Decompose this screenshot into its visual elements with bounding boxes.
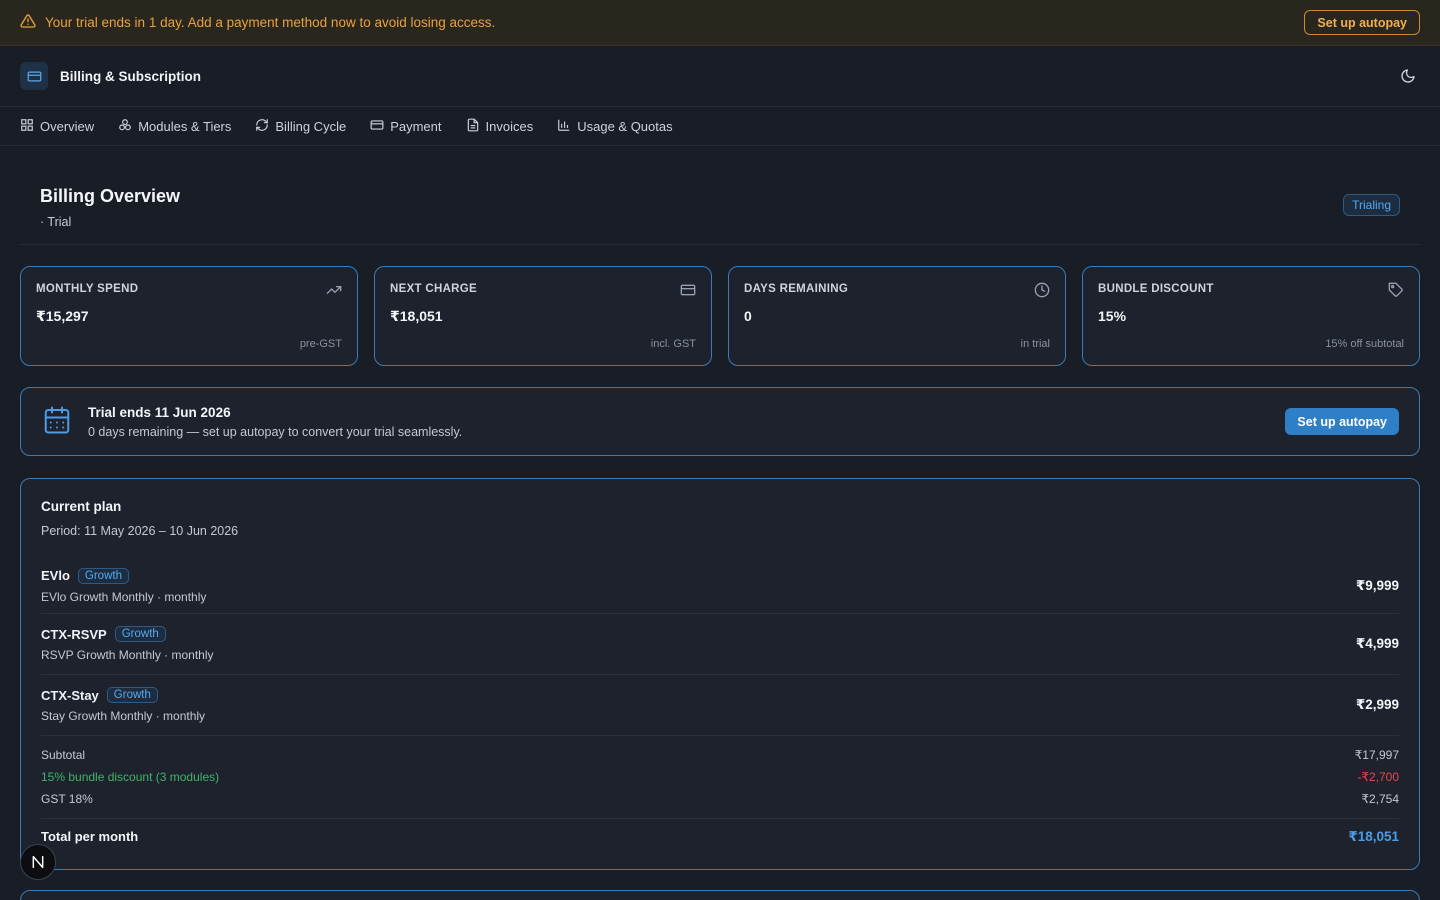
status-badge: Trialing xyxy=(1343,194,1400,216)
tab-modules-tiers[interactable]: Modules & Tiers xyxy=(118,118,231,135)
trial-title: Trial ends 11 Jun 2026 xyxy=(88,404,231,420)
grid-icon xyxy=(20,118,34,135)
discount-line: 15% bundle discount (3 modules) -₹2,700 xyxy=(41,770,1399,792)
tab-label: Overview xyxy=(40,118,95,134)
clock-icon xyxy=(1034,282,1050,301)
main-content: Billing Overview · Trial Trialing MONTHL… xyxy=(0,146,1440,870)
module-name: EVlo xyxy=(41,568,70,583)
tab-invoices[interactable]: Invoices xyxy=(466,118,534,135)
stat-label: MONTHLY SPEND xyxy=(36,283,139,295)
module-row-evlo: EVlo Growth EVlo Growth Monthly · monthl… xyxy=(41,558,1399,614)
brand: Billing & Subscription xyxy=(20,62,201,90)
module-description: EVlo Growth Monthly · monthly xyxy=(41,589,207,604)
plan-title: Current plan xyxy=(41,499,122,514)
module-description: RSVP Growth Monthly · monthly xyxy=(41,648,214,662)
current-plan-card: Current plan Period: 11 May 2026 – 10 Ju… xyxy=(20,478,1420,870)
trend-up-icon xyxy=(326,282,342,301)
tab-overview[interactable]: Overview xyxy=(20,118,94,135)
discount-label: 15% bundle discount (3 modules) xyxy=(41,770,220,784)
module-price: ₹4,999 xyxy=(1355,636,1399,651)
gst-line: GST 18% ₹2,754 xyxy=(41,792,1399,814)
app-title: Billing & Subscription xyxy=(60,68,201,84)
trial-card: Trial ends 11 Jun 2026 0 days remaining … xyxy=(20,387,1420,456)
top-bar: Billing & Subscription xyxy=(0,46,1440,107)
stat-note: 15% off subtotal xyxy=(1325,338,1404,350)
dev-tools-button[interactable] xyxy=(20,844,56,880)
page-title: Billing Overview xyxy=(40,186,181,206)
stat-label: BUNDLE DISCOUNT xyxy=(1098,283,1214,295)
setup-autopay-button[interactable]: Set up autopay xyxy=(1285,408,1399,435)
module-description: Stay Growth Monthly · monthly xyxy=(41,709,206,723)
tier-badge: Growth xyxy=(106,687,158,703)
n-logo-icon xyxy=(32,855,44,869)
stat-value: 0 xyxy=(744,308,752,324)
stat-note: in trial xyxy=(1020,338,1050,350)
tab-label: Modules & Tiers xyxy=(138,118,232,134)
warning-icon xyxy=(20,13,36,32)
subtotal-value: ₹17,997 xyxy=(1354,748,1399,762)
stat-label: NEXT CHARGE xyxy=(390,283,478,295)
document-icon xyxy=(466,118,480,135)
gst-value: ₹2,754 xyxy=(1361,792,1399,806)
stat-note: pre-GST xyxy=(299,338,342,350)
module-row-ctx-stay: CTX-Stay Growth Stay Growth Monthly · mo… xyxy=(41,675,1399,736)
tag-icon xyxy=(1388,282,1404,301)
stat-card-days-remaining: DAYS REMAINING 0 in trial xyxy=(728,266,1066,366)
plan-period: Period: 11 May 2026 – 10 Jun 2026 xyxy=(41,524,239,538)
module-price: ₹9,999 xyxy=(1355,577,1399,593)
trial-description: 0 days remaining — set up autopay to con… xyxy=(88,424,463,439)
tab-label: Payment xyxy=(390,118,442,134)
subtotal-line: Subtotal ₹17,997 xyxy=(41,748,1399,770)
next-section-card xyxy=(20,890,1420,900)
tab-bar: Overview Modules & Tiers Billing Cycle P… xyxy=(0,107,1440,146)
banner-message-group: Your trial ends in 1 day. Add a payment … xyxy=(20,13,495,32)
tab-usage-quotas[interactable]: Usage & Quotas xyxy=(557,118,673,135)
stat-value: 15% xyxy=(1098,308,1127,324)
refresh-icon xyxy=(255,118,269,135)
tab-label: Billing Cycle xyxy=(275,118,347,134)
moon-icon[interactable] xyxy=(1396,64,1420,88)
stat-card-bundle-discount: BUNDLE DISCOUNT 15% 15% off subtotal xyxy=(1082,266,1420,366)
tab-label: Invoices xyxy=(485,118,534,134)
modules-icon xyxy=(118,118,132,135)
tab-payment[interactable]: Payment xyxy=(370,118,442,135)
module-price: ₹2,999 xyxy=(1355,697,1399,712)
stat-value: ₹15,297 xyxy=(36,308,89,324)
page-header: Billing Overview · Trial Trialing xyxy=(20,146,1420,245)
stat-label: DAYS REMAINING xyxy=(744,283,849,295)
calendar-icon xyxy=(42,404,72,439)
trial-banner: Your trial ends in 1 day. Add a payment … xyxy=(0,0,1440,46)
total-label: Total per month xyxy=(41,829,139,844)
grand-total-line: Total per month ₹18,051 xyxy=(41,818,1399,845)
stats-row: MONTHLY SPEND ₹15,297 pre-GST NEXT CHARG… xyxy=(20,266,1420,366)
discount-value: -₹2,700 xyxy=(1357,770,1399,784)
subtotal-label: Subtotal xyxy=(41,748,86,762)
stat-card-next-charge: NEXT CHARGE ₹18,051 incl. GST xyxy=(374,266,712,366)
module-name: CTX-Stay xyxy=(41,687,99,703)
total-value: ₹18,051 xyxy=(1348,829,1399,844)
module-list: EVlo Growth EVlo Growth Monthly · monthl… xyxy=(41,558,1399,736)
tier-badge: Growth xyxy=(77,567,129,584)
banner-message: Your trial ends in 1 day. Add a payment … xyxy=(45,15,496,30)
page-subtitle: · Trial xyxy=(40,215,72,229)
tab-label: Usage & Quotas xyxy=(577,118,673,134)
banner-autopay-button[interactable]: Set up autopay xyxy=(1304,10,1420,35)
stat-note: incl. GST xyxy=(650,338,696,350)
bar-chart-icon xyxy=(557,118,571,135)
gst-label: GST 18% xyxy=(41,792,93,806)
tier-badge: Growth xyxy=(114,626,166,642)
stat-value: ₹18,051 xyxy=(390,308,443,324)
totals-section: Subtotal ₹17,997 15% bundle discount (3 … xyxy=(41,736,1399,845)
stat-card-monthly-spend: MONTHLY SPEND ₹15,297 pre-GST xyxy=(20,266,358,366)
card-icon xyxy=(370,118,384,135)
module-name: CTX-RSVP xyxy=(41,626,107,642)
card-icon xyxy=(680,282,696,301)
tab-billing-cycle[interactable]: Billing Cycle xyxy=(255,118,346,135)
billing-card-icon xyxy=(20,62,48,90)
module-row-ctx-rsvp: CTX-RSVP Growth RSVP Growth Monthly · mo… xyxy=(41,614,1399,675)
